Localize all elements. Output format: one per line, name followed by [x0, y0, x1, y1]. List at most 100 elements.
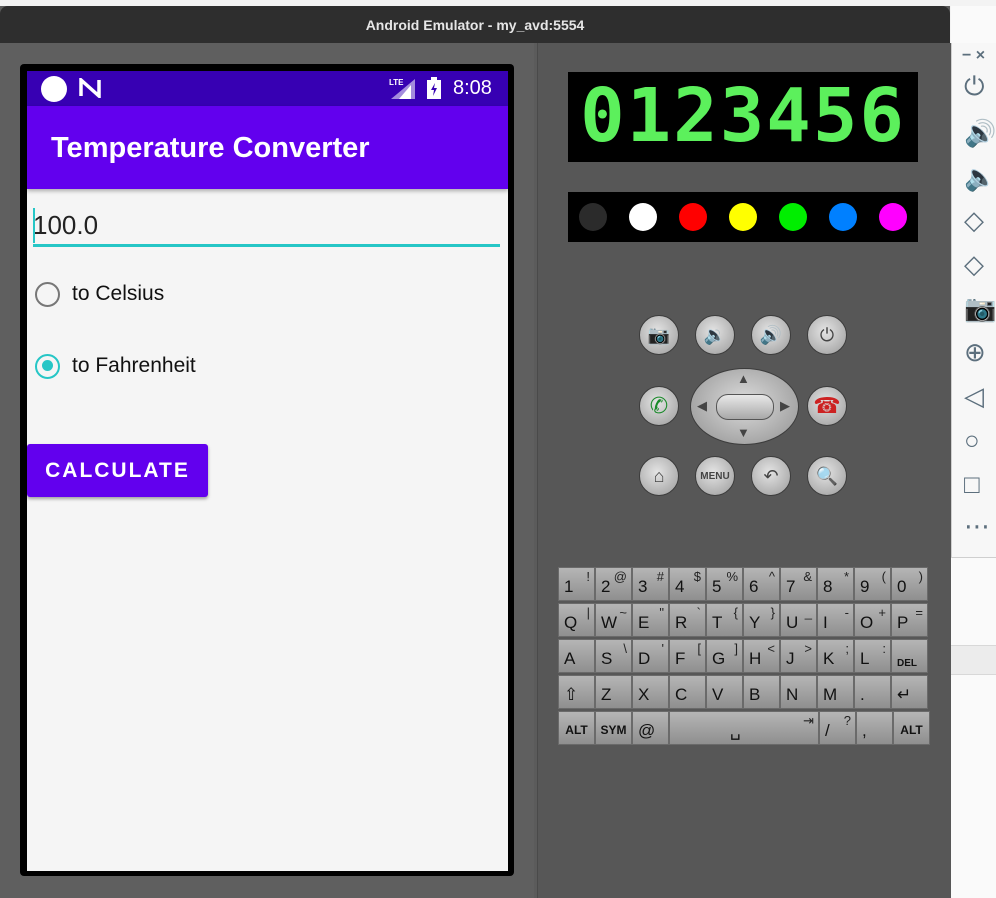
key-s[interactable]: S \ [595, 639, 632, 673]
key-alt-label: " [659, 605, 664, 620]
key-7[interactable]: 7 & [780, 567, 817, 601]
key-h[interactable]: H < [743, 639, 780, 673]
status-bar: LTE 8:08 [27, 71, 508, 106]
key-x[interactable]: X [632, 675, 669, 709]
key-y[interactable]: Y} [743, 603, 780, 637]
key-@[interactable]: @ [632, 711, 669, 745]
key-w[interactable]: W ~ [595, 603, 632, 637]
more-icon[interactable]: ⋯ [964, 509, 996, 543]
key-k[interactable]: K; [817, 639, 854, 673]
key-8[interactable]: 8 * [817, 567, 854, 601]
camera-button[interactable]: 📷 [639, 315, 679, 355]
volume-up-button[interactable]: 🔊 [751, 315, 791, 355]
volume-down-icon[interactable]: 🔈 [964, 160, 996, 194]
radio-button-unchecked[interactable] [35, 281, 60, 307]
key-,[interactable]: , [856, 711, 893, 745]
dpad-up-icon[interactable]: ▲ [737, 371, 750, 386]
swatch-blue[interactable] [829, 203, 857, 231]
dpad-right-icon[interactable]: ▶ [780, 398, 790, 414]
swatch-red[interactable] [679, 203, 707, 231]
key-alt-label: ~ [619, 605, 627, 620]
rotate-left-icon[interactable]: ◇ [964, 203, 996, 237]
key-space[interactable]: ␣ ⇥ [669, 711, 819, 745]
key-j[interactable]: J > [780, 639, 817, 673]
key-n[interactable]: N [780, 675, 817, 709]
radio-to-fahrenheit[interactable]: to Fahrenheit [35, 348, 196, 384]
radio-button-checked[interactable] [35, 353, 60, 379]
key-u[interactable]: U _ [780, 603, 817, 637]
key-6[interactable]: 6 ^ [743, 567, 780, 601]
dpad[interactable]: ▲ ▼ ◀ ▶ [690, 368, 799, 445]
dpad-center[interactable] [716, 394, 774, 420]
key-c[interactable]: C [669, 675, 706, 709]
power-button[interactable]: ⏻ [807, 315, 847, 355]
temperature-input[interactable] [33, 206, 500, 247]
key-e[interactable]: E " [632, 603, 669, 637]
key-m[interactable]: M [817, 675, 854, 709]
dpad-left-icon[interactable]: ◀ [697, 398, 707, 414]
home-icon[interactable]: ○ [964, 423, 996, 457]
key-/[interactable]: /? [819, 711, 856, 745]
key-alt[interactable]: ALT [893, 711, 930, 745]
calculate-button[interactable]: CALCULATE [27, 444, 208, 497]
volume-up-icon[interactable]: 🔊 [964, 116, 996, 150]
home-button[interactable]: ⌂ [639, 456, 679, 496]
toolbar-close-icon[interactable]: − × [962, 47, 985, 65]
zoom-icon[interactable]: ⊕ [964, 335, 996, 369]
key-3[interactable]: 3 # [632, 567, 669, 601]
key-v[interactable]: V [706, 675, 743, 709]
swatch-green[interactable] [779, 203, 807, 231]
key-⇧[interactable]: ⇧ [558, 675, 595, 709]
key-1[interactable]: 1! [558, 567, 595, 601]
swatch-yellow[interactable] [729, 203, 757, 231]
key-9[interactable]: 9( [854, 567, 891, 601]
key-.[interactable]: . [854, 675, 891, 709]
back-icon[interactable]: ◁ [964, 379, 996, 413]
swatch-black[interactable] [579, 203, 607, 231]
key-5[interactable]: 5% [706, 567, 743, 601]
dpad-down-icon[interactable]: ▼ [737, 425, 750, 440]
key-q[interactable]: Q | [558, 603, 595, 637]
key-g[interactable]: G] [706, 639, 743, 673]
key-b[interactable]: B [743, 675, 780, 709]
key-0[interactable]: 0) [891, 567, 928, 601]
key-i[interactable]: I- [817, 603, 854, 637]
key-z[interactable]: Z [595, 675, 632, 709]
end-call-button[interactable]: ☎ [807, 386, 847, 426]
overview-icon[interactable]: □ [964, 467, 996, 501]
key-a[interactable]: A [558, 639, 595, 673]
menu-button[interactable]: MENU [695, 456, 735, 496]
key-↵[interactable]: ↵ [891, 675, 928, 709]
key-t[interactable]: T{ [706, 603, 743, 637]
key-alt[interactable]: ALT [558, 711, 595, 745]
key-l[interactable]: L: [854, 639, 891, 673]
key-del[interactable]: DEL [891, 639, 928, 673]
key-alt-label: * [843, 569, 849, 584]
swatch-white[interactable] [629, 203, 657, 231]
key-d[interactable]: D ' [632, 639, 669, 673]
key-2[interactable]: 2 @ [595, 567, 632, 601]
screenshot-icon[interactable]: 📷 [964, 291, 996, 325]
key-label: I [823, 613, 828, 632]
power-icon[interactable]: ⏻ [964, 69, 996, 103]
back-button[interactable]: ↶ [751, 456, 791, 496]
key-sym[interactable]: SYM [595, 711, 632, 745]
window-titlebar[interactable]: Android Emulator - my_avd:5554 [0, 6, 950, 43]
swatch-magenta[interactable] [879, 203, 907, 231]
rotate-right-icon[interactable]: ◇ [964, 247, 996, 281]
key-r[interactable]: R ` [669, 603, 706, 637]
volume-up-icon: 🔊 [759, 324, 783, 345]
key-label: D [638, 649, 651, 668]
key-o[interactable]: O + [854, 603, 891, 637]
search-button[interactable]: 🔍 [807, 456, 847, 496]
key-label: 7 [786, 577, 796, 596]
key-p[interactable]: P = [891, 603, 928, 637]
call-button[interactable]: ✆ [639, 386, 679, 426]
key-f[interactable]: F[ [669, 639, 706, 673]
key-label: P [897, 613, 909, 632]
key-4[interactable]: 4 $ [669, 567, 706, 601]
volume-down-button[interactable]: 🔉 [695, 315, 735, 355]
color-swatch-bar [568, 192, 918, 242]
radio-to-celsius[interactable]: to Celsius [35, 276, 164, 312]
key-alt-label: | [586, 605, 590, 620]
